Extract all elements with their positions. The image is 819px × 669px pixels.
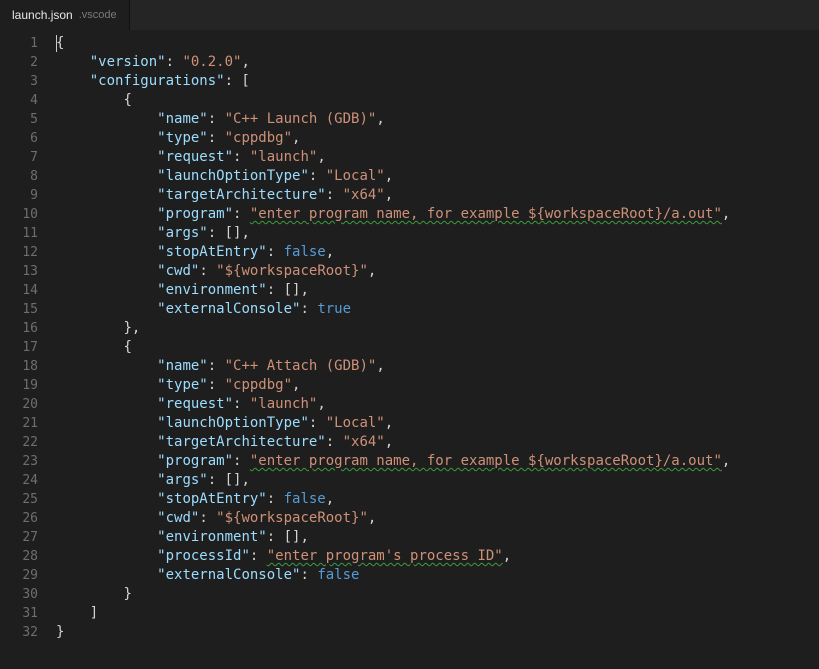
line-number: 32 <box>0 623 56 642</box>
line-number: 7 <box>0 148 56 167</box>
code-line[interactable]: "type": "cppdbg", <box>56 129 819 148</box>
line-number: 20 <box>0 395 56 414</box>
line-number-gutter: 1234567891011121314151617181920212223242… <box>0 30 56 669</box>
code-line[interactable]: "args": [], <box>56 471 819 490</box>
line-number: 12 <box>0 243 56 262</box>
code-line[interactable]: "program": "enter program name, for exam… <box>56 452 819 471</box>
line-number: 11 <box>0 224 56 243</box>
line-number: 6 <box>0 129 56 148</box>
code-line[interactable]: } <box>56 585 819 604</box>
code-line[interactable]: "processId": "enter program's process ID… <box>56 547 819 566</box>
line-number: 15 <box>0 300 56 319</box>
line-number: 22 <box>0 433 56 452</box>
line-number: 24 <box>0 471 56 490</box>
code-line[interactable]: "stopAtEntry": false, <box>56 490 819 509</box>
code-line[interactable]: "cwd": "${workspaceRoot}", <box>56 509 819 528</box>
code-line[interactable]: { <box>56 91 819 110</box>
code-line[interactable]: "request": "launch", <box>56 395 819 414</box>
line-number: 2 <box>0 53 56 72</box>
code-line[interactable]: "type": "cppdbg", <box>56 376 819 395</box>
line-number: 30 <box>0 585 56 604</box>
code-line[interactable]: "targetArchitecture": "x64", <box>56 433 819 452</box>
code-line[interactable]: "environment": [], <box>56 528 819 547</box>
code-line[interactable]: "externalConsole": false <box>56 566 819 585</box>
code-line[interactable]: { <box>56 338 819 357</box>
code-line[interactable]: "stopAtEntry": false, <box>56 243 819 262</box>
line-number: 19 <box>0 376 56 395</box>
code-line[interactable]: "program": "enter program name, for exam… <box>56 205 819 224</box>
line-number: 10 <box>0 205 56 224</box>
line-number: 29 <box>0 566 56 585</box>
tab-filename: launch.json <box>12 8 73 22</box>
line-number: 31 <box>0 604 56 623</box>
line-number: 4 <box>0 91 56 110</box>
code-line[interactable]: "name": "C++ Attach (GDB)", <box>56 357 819 376</box>
code-line[interactable]: "environment": [], <box>56 281 819 300</box>
line-number: 25 <box>0 490 56 509</box>
code-line[interactable]: "externalConsole": true <box>56 300 819 319</box>
line-number: 9 <box>0 186 56 205</box>
line-number: 14 <box>0 281 56 300</box>
line-number: 23 <box>0 452 56 471</box>
tab-bar: launch.json .vscode <box>0 0 819 30</box>
editor[interactable]: 1234567891011121314151617181920212223242… <box>0 30 819 669</box>
code-line[interactable]: "configurations": [ <box>56 72 819 91</box>
line-number: 18 <box>0 357 56 376</box>
code-area[interactable]: { "version": "0.2.0", "configurations": … <box>56 30 819 669</box>
line-number: 21 <box>0 414 56 433</box>
line-number: 17 <box>0 338 56 357</box>
code-line[interactable]: "name": "C++ Launch (GDB)", <box>56 110 819 129</box>
code-line[interactable]: } <box>56 623 819 642</box>
line-number: 28 <box>0 547 56 566</box>
code-line[interactable]: "args": [], <box>56 224 819 243</box>
code-line[interactable]: "launchOptionType": "Local", <box>56 414 819 433</box>
code-line[interactable]: }, <box>56 319 819 338</box>
line-number: 3 <box>0 72 56 91</box>
code-line[interactable]: "launchOptionType": "Local", <box>56 167 819 186</box>
line-number: 8 <box>0 167 56 186</box>
line-number: 16 <box>0 319 56 338</box>
line-number: 5 <box>0 110 56 129</box>
code-line[interactable]: "request": "launch", <box>56 148 819 167</box>
line-number: 27 <box>0 528 56 547</box>
code-line[interactable]: "cwd": "${workspaceRoot}", <box>56 262 819 281</box>
code-line[interactable]: ] <box>56 604 819 623</box>
tab-launch-json[interactable]: launch.json .vscode <box>0 0 130 30</box>
line-number: 26 <box>0 509 56 528</box>
code-line[interactable]: { <box>56 34 819 53</box>
code-line[interactable]: "targetArchitecture": "x64", <box>56 186 819 205</box>
line-number: 1 <box>0 34 56 53</box>
line-number: 13 <box>0 262 56 281</box>
code-line[interactable]: "version": "0.2.0", <box>56 53 819 72</box>
tab-dir: .vscode <box>79 9 117 21</box>
